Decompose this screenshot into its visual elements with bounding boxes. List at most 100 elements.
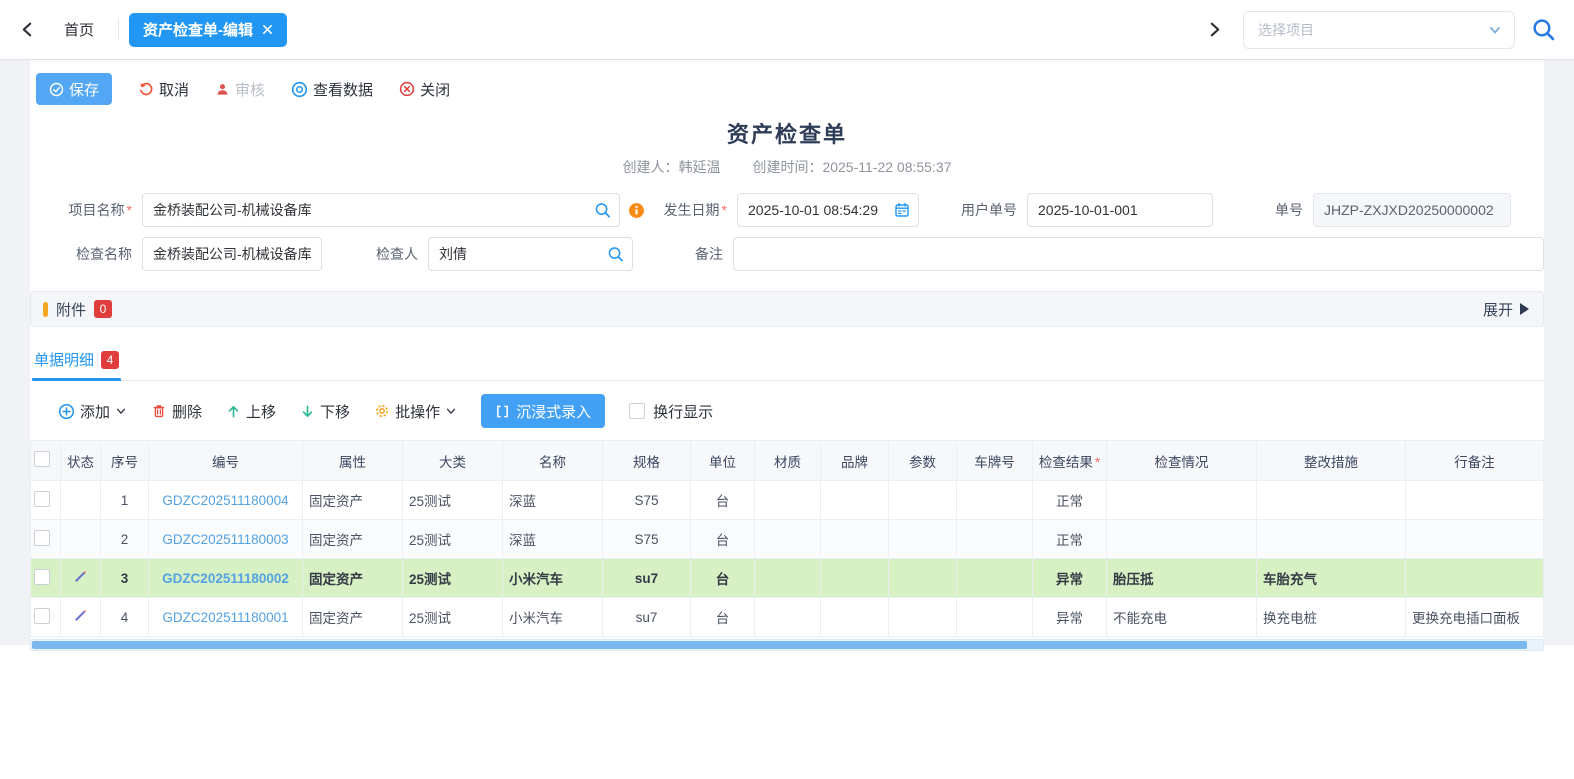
- occur-date-input[interactable]: [738, 194, 918, 226]
- view-data-button[interactable]: 查看数据: [291, 79, 373, 100]
- material-cell: [755, 598, 821, 637]
- immersive-entry-button[interactable]: 沉浸式录入: [481, 394, 605, 428]
- project-name-field-wrap: [142, 193, 620, 227]
- measure-cell: [1257, 520, 1406, 559]
- horizontal-scrollbar[interactable]: [30, 639, 1544, 651]
- close-button[interactable]: 关闭: [399, 79, 450, 100]
- situation-cell: 不能充电: [1107, 598, 1257, 637]
- row-checkbox[interactable]: [34, 530, 50, 546]
- wrap-checkbox[interactable]: [629, 403, 645, 419]
- tab-detail-lines[interactable]: 单据明细 4: [32, 341, 121, 380]
- user-no-input[interactable]: [1028, 194, 1212, 226]
- plate-cell: [957, 598, 1033, 637]
- cancel-button[interactable]: 取消: [138, 79, 189, 100]
- grid-toolbar: 添加 删除 上移 下移: [30, 381, 1544, 440]
- info-icon[interactable]: [628, 202, 645, 219]
- name-cell: 小米汽车: [503, 598, 603, 637]
- attachment-count-badge: 0: [94, 300, 112, 318]
- material-cell: [755, 520, 821, 559]
- person-icon: [215, 82, 230, 97]
- spec-cell: su7: [603, 598, 691, 637]
- remark-input[interactable]: [734, 238, 1543, 270]
- back-chevron-icon[interactable]: [14, 17, 40, 43]
- col-category: 大类: [403, 441, 503, 481]
- save-button[interactable]: 保存: [36, 73, 112, 105]
- status-cell: [61, 520, 101, 559]
- measure-cell: 换充电桩: [1257, 598, 1406, 637]
- cancel-label: 取消: [159, 79, 189, 100]
- move-down-button[interactable]: 下移: [300, 401, 350, 422]
- edit-pencil-icon[interactable]: [73, 608, 88, 623]
- code-link[interactable]: GDZC202511180003: [162, 532, 288, 547]
- row-checkbox[interactable]: [34, 608, 50, 624]
- move-up-label: 上移: [246, 401, 276, 422]
- code-link[interactable]: GDZC202511180002: [162, 571, 289, 586]
- move-up-button[interactable]: 上移: [226, 401, 276, 422]
- tab-home[interactable]: 首页: [50, 13, 108, 46]
- view-data-label: 查看数据: [313, 79, 373, 100]
- table-row: 2 GDZC202511180003 固定资产 25测试 深蓝 S75 台 正常: [31, 520, 1544, 559]
- doc-meta: 创建人：韩延温 创建时间：2025-11-22 08:55:37: [30, 157, 1544, 177]
- check-name-input[interactable]: [143, 238, 321, 270]
- attr-cell: 固定资产: [303, 598, 403, 637]
- select-all-checkbox[interactable]: [34, 451, 50, 467]
- material-cell: [755, 481, 821, 520]
- category-cell: 25测试: [403, 481, 503, 520]
- project-name-input[interactable]: [143, 194, 619, 226]
- project-select[interactable]: 选择项目: [1243, 11, 1515, 49]
- user-no-field-wrap: [1027, 193, 1213, 227]
- seq-cell: 3: [101, 559, 149, 598]
- play-triangle-icon: [1520, 303, 1529, 315]
- header-form: 项目名称 发生日期 用户单号: [30, 193, 1544, 271]
- checker-search-icon[interactable]: [607, 246, 624, 263]
- row-checkbox[interactable]: [34, 491, 50, 507]
- col-code: 编号: [149, 441, 303, 481]
- tab-close-icon[interactable]: [262, 24, 273, 35]
- add-label: 添加: [80, 401, 110, 422]
- col-spec: 规格: [603, 441, 691, 481]
- remark-label: 备注: [633, 244, 733, 264]
- expand-button[interactable]: 展开: [1483, 299, 1529, 320]
- edit-pencil-icon[interactable]: [73, 569, 88, 584]
- scrollbar-thumb[interactable]: [32, 641, 1527, 649]
- calendar-icon[interactable]: [894, 202, 910, 218]
- order-no-input: [1314, 194, 1510, 226]
- measure-cell: [1257, 481, 1406, 520]
- param-cell: [889, 520, 957, 559]
- batch-operation-button[interactable]: 批操作: [374, 401, 457, 422]
- table-row: 4 GDZC202511180001 固定资产 25测试 小米汽车 su7 台 …: [31, 598, 1544, 637]
- col-status: 状态: [61, 441, 101, 481]
- row-remark-cell: [1406, 520, 1544, 559]
- add-row-button[interactable]: 添加: [58, 401, 127, 422]
- fullscreen-brackets-icon: [495, 404, 510, 419]
- delete-row-button[interactable]: 删除: [151, 401, 202, 422]
- name-cell: 小米汽车: [503, 559, 603, 598]
- code-link[interactable]: GDZC202511180001: [162, 610, 288, 625]
- status-cell: [61, 481, 101, 520]
- creator-label: 创建人：: [623, 159, 679, 175]
- unit-cell: 台: [691, 481, 755, 520]
- forward-chevron-icon[interactable]: [1201, 17, 1227, 43]
- situation-cell: 胎压抵: [1107, 559, 1257, 598]
- measure-cell: 车胎充气: [1257, 559, 1406, 598]
- project-select-placeholder: 选择项目: [1258, 20, 1314, 40]
- code-link[interactable]: GDZC202511180004: [162, 493, 288, 508]
- checker-input[interactable]: [429, 238, 632, 270]
- brand-cell: [821, 481, 889, 520]
- row-checkbox[interactable]: [34, 569, 50, 585]
- unit-cell: 台: [691, 598, 755, 637]
- project-search-icon[interactable]: [594, 202, 611, 219]
- global-search-icon[interactable]: [1531, 17, 1556, 42]
- col-material: 材质: [755, 441, 821, 481]
- undo-icon: [138, 81, 154, 97]
- immersive-label: 沉浸式录入: [516, 401, 591, 422]
- expand-label: 展开: [1483, 299, 1513, 320]
- check-name-label: 检查名称: [30, 244, 142, 264]
- tab-asset-inspection-edit[interactable]: 资产检查单-编辑: [129, 13, 287, 47]
- audit-button[interactable]: 审核: [215, 79, 265, 100]
- situation-cell: [1107, 481, 1257, 520]
- param-cell: [889, 598, 957, 637]
- wrap-display-toggle[interactable]: 换行显示: [629, 401, 713, 422]
- result-cell: 异常: [1033, 598, 1107, 637]
- name-cell: 深蓝: [503, 481, 603, 520]
